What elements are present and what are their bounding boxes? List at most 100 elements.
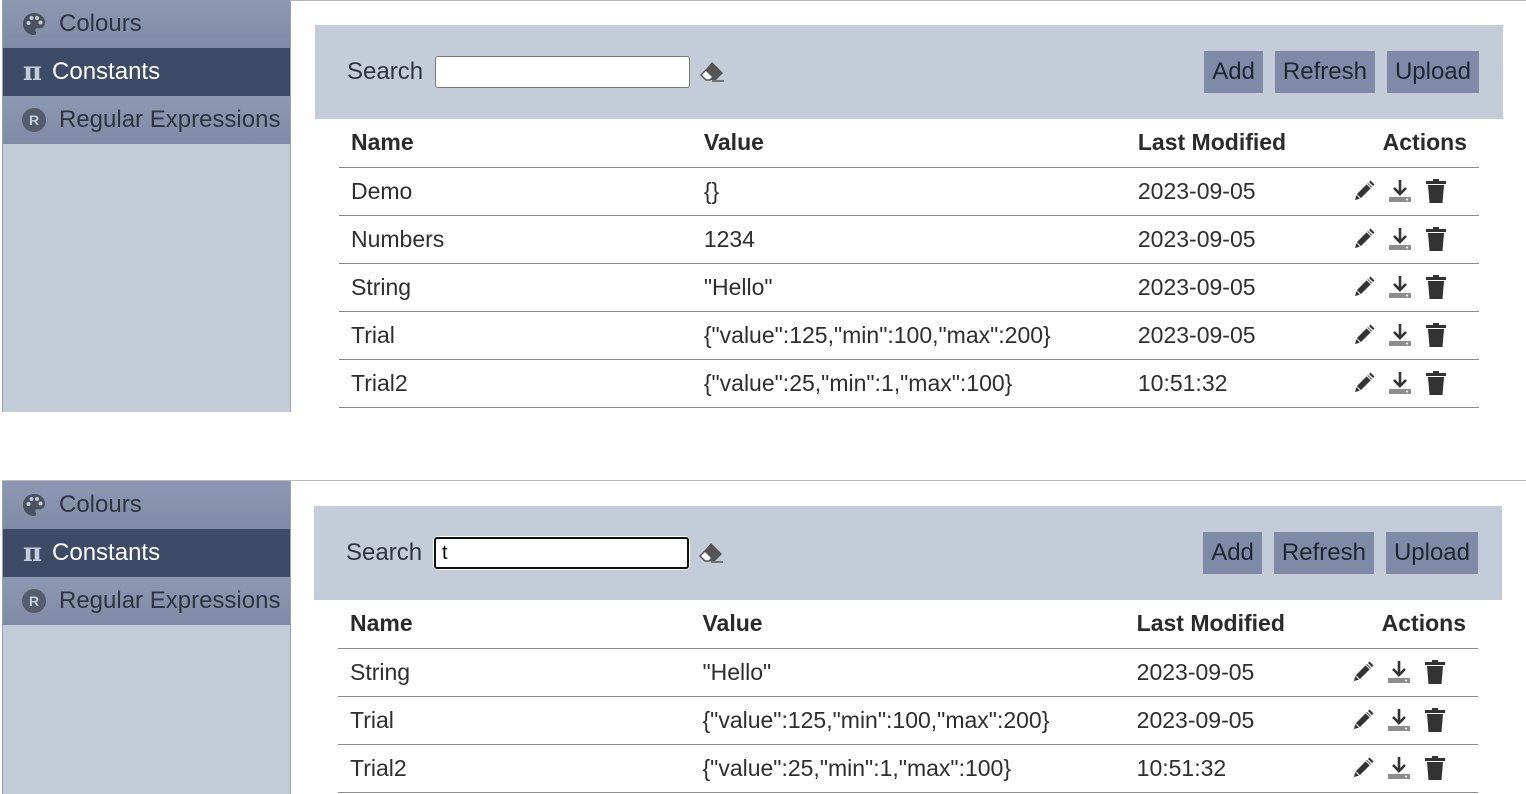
search-input[interactable] (433, 536, 691, 570)
column-header-value[interactable]: Value (690, 600, 1124, 648)
search-label: Search (346, 539, 423, 566)
cell-name: String (338, 647, 691, 696)
download-icon[interactable] (1387, 225, 1413, 253)
delete-trash-icon[interactable] (1423, 369, 1449, 397)
column-header-value[interactable]: Value (692, 119, 1126, 167)
r-badge: R (22, 589, 46, 613)
column-header-name[interactable]: Name (339, 119, 692, 167)
sidebar-item-colours[interactable]: Colours (3, 481, 290, 529)
cell-actions (1338, 695, 1478, 744)
edit-pencil-icon[interactable] (1350, 706, 1376, 734)
download-icon[interactable] (1387, 369, 1413, 397)
download-icon[interactable] (1386, 706, 1412, 734)
constants-panel-unfiltered: Colours π Constants R Regular Expression… (2, 0, 1526, 412)
sidebar-item-colours[interactable]: Colours (3, 0, 290, 48)
column-header-last-modified[interactable]: Last Modified (1126, 119, 1339, 167)
clear-search-eraser-icon[interactable] (698, 60, 726, 84)
cell-value: {"value":25,"min":1,"max":100} (691, 358, 1126, 408)
row-actions (1350, 658, 1466, 686)
edit-pencil-icon[interactable] (1351, 369, 1377, 397)
cell-actions (1339, 214, 1479, 263)
refresh-button[interactable]: Refresh (1274, 51, 1375, 93)
cell-actions (1339, 358, 1479, 408)
row-actions (1351, 369, 1467, 397)
constants-panel-filtered: Colours π Constants R Regular Expression… (2, 480, 1526, 794)
sidebar: Colours π Constants R Regular Expression… (2, 481, 291, 794)
sidebar-item-regular-expressions[interactable]: R Regular Expressions (3, 96, 290, 144)
main-content: Search Add Refresh Upload Name Value Las… (314, 506, 1502, 793)
sidebar: Colours π Constants R Regular Expression… (2, 0, 291, 412)
add-button[interactable]: Add (1203, 532, 1262, 574)
edit-pencil-icon[interactable] (1350, 754, 1376, 782)
search-label: Search (347, 58, 424, 85)
constants-table: Name Value Last Modified Actions Demo{} 2… (339, 119, 1479, 408)
download-icon[interactable] (1387, 177, 1413, 205)
cell-value: {"value":25,"min":1,"max":100} (690, 743, 1125, 793)
delete-trash-icon[interactable] (1422, 658, 1448, 686)
cell-value: {} (691, 166, 1126, 215)
sidebar-item-label: Regular Expressions (59, 106, 281, 133)
delete-trash-icon[interactable] (1423, 177, 1449, 205)
r-badge: R (22, 108, 46, 132)
search-input[interactable] (435, 56, 691, 88)
refresh-button[interactable]: Refresh (1273, 532, 1374, 574)
toolbar-buttons: Add Refresh Upload (1204, 51, 1479, 93)
delete-trash-icon[interactable] (1422, 754, 1448, 782)
clear-search-eraser-icon[interactable] (697, 541, 725, 565)
delete-trash-icon[interactable] (1423, 321, 1449, 349)
table-row[interactable]: Numbers 1234 2023-09-05 (339, 214, 1479, 263)
toolbar: Search Add Refresh Upload (315, 25, 1503, 119)
column-header-actions: Actions (1382, 129, 1467, 156)
upload-button[interactable]: Upload (1385, 532, 1478, 574)
toolbar: Search Add Refresh Upload (314, 506, 1502, 600)
edit-pencil-icon[interactable] (1351, 225, 1377, 253)
table-row[interactable]: Trial {"value":125,"min":100,"max":200} 20… (339, 310, 1479, 359)
table-row[interactable]: String "Hello" 2023-09-05 (338, 647, 1478, 696)
cell-last-modified: 2023-09-05 (1124, 695, 1338, 744)
r-icon: R (21, 107, 47, 133)
cell-last-modified: 2023-09-05 (1125, 166, 1339, 215)
sidebar-item-constants[interactable]: π Constants (3, 529, 290, 577)
row-actions (1351, 273, 1467, 301)
constants-table: Name Value Last Modified Actions String "… (338, 600, 1478, 793)
table-row[interactable]: Demo{} 2023-09-05 (339, 166, 1479, 215)
upload-button[interactable]: Upload (1386, 51, 1479, 93)
download-icon[interactable] (1386, 658, 1412, 686)
row-actions (1350, 754, 1466, 782)
cell-name: String (339, 262, 692, 311)
delete-trash-icon[interactable] (1422, 706, 1448, 734)
edit-pencil-icon[interactable] (1351, 273, 1377, 301)
table-row[interactable]: Trial2 {"value":25,"min":1,"max":100} 10:5… (339, 358, 1479, 408)
edit-pencil-icon[interactable] (1351, 177, 1377, 205)
cell-name: Demo (339, 166, 692, 215)
edit-pencil-icon[interactable] (1350, 658, 1376, 686)
table-header-row: Name Value Last Modified Actions (339, 119, 1479, 167)
table-row[interactable]: String "Hello" 2023-09-05 (339, 262, 1479, 311)
cell-actions (1339, 166, 1479, 215)
cell-last-modified: 2023-09-05 (1125, 214, 1339, 263)
edit-pencil-icon[interactable] (1351, 321, 1377, 349)
cell-value: 1234 (691, 214, 1126, 263)
download-icon[interactable] (1387, 273, 1413, 301)
table-row[interactable]: Trial2 {"value":25,"min":1,"max":100} 10:5… (338, 743, 1478, 793)
table-row[interactable]: Trial {"value":125,"min":100,"max":200} 20… (338, 695, 1478, 744)
download-icon[interactable] (1386, 754, 1412, 782)
sidebar-item-regular-expressions[interactable]: R Regular Expressions (3, 577, 290, 625)
sidebar-item-constants[interactable]: π Constants (3, 48, 290, 96)
download-icon[interactable] (1387, 321, 1413, 349)
row-actions (1351, 321, 1467, 349)
cell-last-modified: 10:51:32 (1125, 358, 1339, 408)
table-header-row: Name Value Last Modified Actions (338, 600, 1478, 648)
row-actions (1350, 706, 1466, 734)
column-header-last-modified[interactable]: Last Modified (1125, 600, 1338, 648)
pi-icon: π (23, 57, 43, 87)
palette-icon (21, 492, 47, 518)
cell-actions (1338, 743, 1478, 793)
column-header-name[interactable]: Name (338, 600, 690, 648)
cell-last-modified: 2023-09-05 (1125, 310, 1339, 359)
cell-name: Trial (339, 310, 692, 359)
main-content: Search Add Refresh Upload Name Value Las… (315, 25, 1503, 408)
add-button[interactable]: Add (1204, 51, 1263, 93)
delete-trash-icon[interactable] (1423, 225, 1449, 253)
delete-trash-icon[interactable] (1423, 273, 1449, 301)
